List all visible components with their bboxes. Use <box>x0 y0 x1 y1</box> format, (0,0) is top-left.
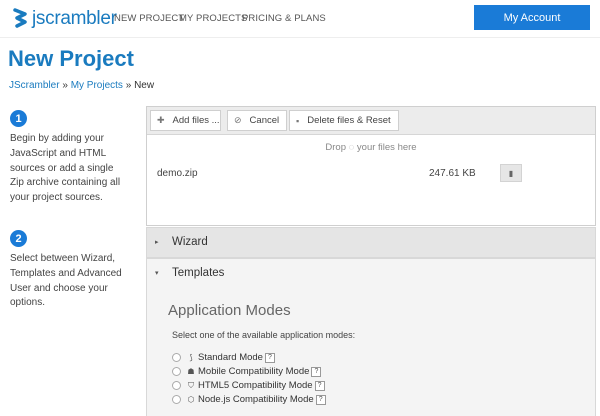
top-navbar: jscrambler NEW PROJECT MY PROJECTS PRICI… <box>0 0 600 38</box>
step-2: 2 Select between Wizard, Templates and A… <box>10 230 130 311</box>
mode-option-standard[interactable]: ⟆ Standard Mode ? <box>172 351 275 364</box>
help-icon[interactable]: ? <box>264 352 275 363</box>
file-upload-panel[interactable]: ✚ Add files ... ⊘ Cancel ▪ Delete files … <box>146 106 596 226</box>
nodejs-icon: ⬡ <box>187 395 195 404</box>
add-files-label: Add files ... <box>172 115 220 126</box>
application-modes-heading: Application Modes <box>168 302 291 319</box>
help-icon[interactable]: ? <box>311 366 322 377</box>
mode-label: Node.js Compatibility Mode <box>198 394 314 405</box>
breadcrumb-my-projects[interactable]: My Projects <box>71 80 123 91</box>
add-files-button[interactable]: ✚ Add files ... <box>150 110 221 131</box>
android-icon: ☗ <box>187 367 195 376</box>
drop-hint-text: your files here <box>356 142 417 153</box>
cancel-button[interactable]: ⊘ Cancel <box>227 110 287 131</box>
help-icon[interactable]: ? <box>315 394 326 405</box>
brand-name: jscrambler <box>32 8 117 29</box>
delete-file-button[interactable]: ▮ <box>500 164 522 182</box>
breadcrumb: JScrambler » My Projects » New <box>9 80 154 91</box>
wizard-header[interactable]: ▸ Wizard <box>147 228 595 257</box>
my-account-button[interactable]: My Account <box>474 5 590 30</box>
templates-section: ▾ Templates Application Modes Select one… <box>146 258 596 416</box>
mode-label: HTML5 Compatibility Mode <box>198 380 313 391</box>
nav-pricing-plans[interactable]: PRICING & PLANS <box>242 13 326 24</box>
mode-label: Standard Mode <box>198 352 263 363</box>
breadcrumb-jscrambler[interactable]: JScrambler <box>9 80 60 91</box>
radio-button[interactable] <box>172 367 181 376</box>
jscrambler-logo-icon <box>12 8 28 30</box>
wizard-title: Wizard <box>172 236 208 248</box>
nav-new-project[interactable]: NEW PROJECT <box>114 13 184 24</box>
chevron-right-icon: ▸ <box>155 239 159 246</box>
step-description: Select between Wizard, Templates and Adv… <box>10 253 122 309</box>
step-1: 1 Begin by adding your JavaScript and HT… <box>10 110 130 206</box>
step-number-badge: 1 <box>10 110 27 127</box>
mode-option-mobile[interactable]: ☗ Mobile Compatibility Mode ? <box>172 365 322 378</box>
upload-toolbar: ✚ Add files ... ⊘ Cancel ▪ Delete files … <box>147 107 595 135</box>
breadcrumb-current: New <box>134 80 155 91</box>
application-modes-description: Select one of the available application … <box>172 330 356 340</box>
drop-hint-text: Drop <box>325 142 346 153</box>
radio-button[interactable] <box>172 353 181 362</box>
breadcrumb-separator: » <box>62 80 68 91</box>
step-description: Begin by adding your JavaScript and HTML… <box>10 133 121 204</box>
plus-icon: ✚ <box>157 115 165 125</box>
file-name: demo.zip <box>157 168 198 179</box>
chevron-down-icon: ▾ <box>155 270 159 277</box>
spinner-icon: ◌ <box>348 142 355 153</box>
trash-icon: ▪ <box>296 115 300 126</box>
file-size: 247.61 KB <box>429 168 476 179</box>
cancel-label: Cancel <box>249 115 280 126</box>
file-row: demo.zip 247.61 KB ▮ <box>147 163 595 185</box>
page-title: New Project <box>8 46 134 71</box>
trash-icon: ▮ <box>508 168 514 178</box>
brand-logo[interactable]: jscrambler <box>12 7 117 31</box>
radio-button[interactable] <box>172 395 181 404</box>
standard-icon: ⟆ <box>189 353 193 362</box>
mode-option-html5[interactable]: ⛉ HTML5 Compatibility Mode ? <box>172 379 325 392</box>
delete-reset-label: Delete files & Reset <box>307 115 391 126</box>
drop-hint: Drop ◌ your files here <box>147 142 595 153</box>
step-number-badge: 2 <box>10 230 27 247</box>
nav-my-projects[interactable]: MY PROJECTS <box>179 13 248 24</box>
cancel-icon: ⊘ <box>234 115 242 125</box>
html5-icon: ⛉ <box>188 380 194 390</box>
mode-option-nodejs[interactable]: ⬡ Node.js Compatibility Mode ? <box>172 393 326 406</box>
mode-label: Mobile Compatibility Mode <box>198 366 310 377</box>
templates-header[interactable]: ▾ Templates <box>147 259 595 288</box>
breadcrumb-separator: » <box>125 80 132 91</box>
help-icon[interactable]: ? <box>314 380 325 391</box>
templates-title: Templates <box>172 267 225 279</box>
radio-button[interactable] <box>172 381 181 390</box>
delete-reset-button[interactable]: ▪ Delete files & Reset <box>289 110 399 131</box>
wizard-section: ▸ Wizard <box>146 227 596 258</box>
